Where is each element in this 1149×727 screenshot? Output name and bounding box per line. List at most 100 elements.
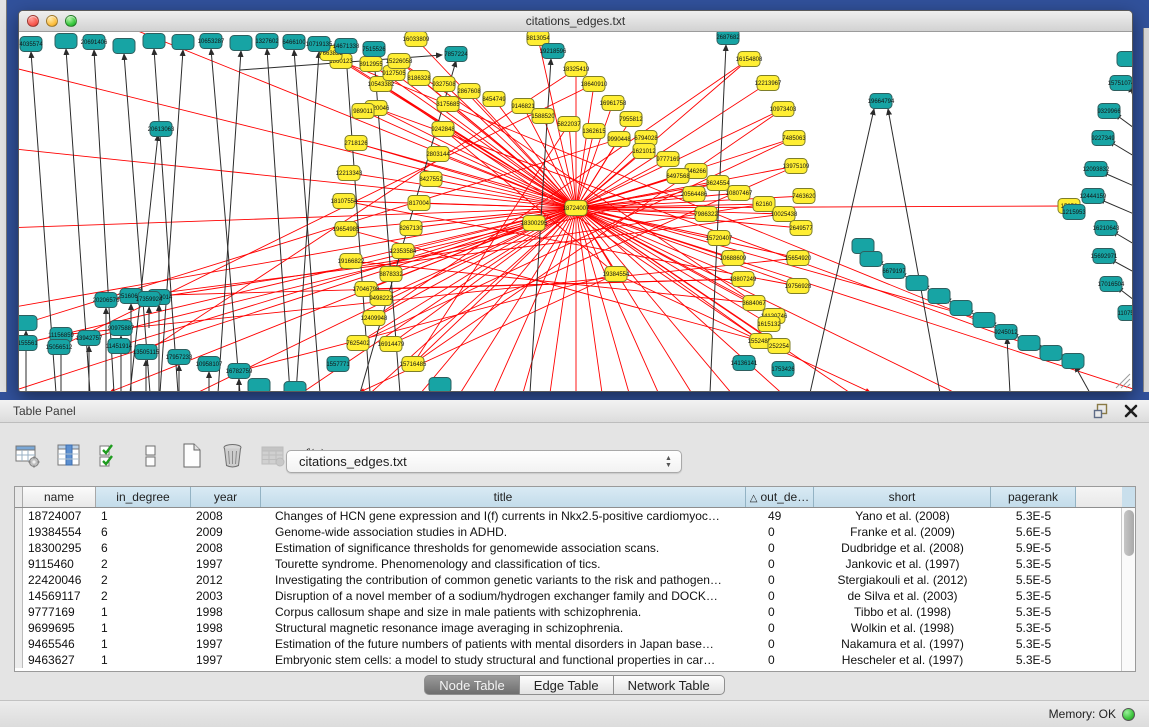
graph-node[interactable] [1018, 336, 1040, 351]
tab-network-table[interactable]: Network Table [614, 675, 725, 695]
graph-node[interactable] [113, 39, 135, 54]
table-dropdown[interactable]: citations_edges.txt ▲▼ [286, 450, 682, 473]
table-row[interactable]: 1456911722003Disruption of a novel membe… [15, 588, 1135, 604]
graph-node[interactable]: 17359924 [136, 292, 163, 307]
graph-node[interactable]: 9242848 [431, 122, 455, 137]
graph-node[interactable]: 2687682 [716, 32, 740, 45]
column-header-title[interactable]: title [261, 487, 746, 507]
graph-node[interactable]: 16914479 [378, 337, 405, 352]
graph-node[interactable]: 3684067 [742, 296, 766, 311]
graph-node[interactable]: 14671338 [333, 39, 360, 54]
graph-node[interactable]: 8454749 [482, 92, 506, 107]
graph-node[interactable]: 989011 [352, 104, 374, 119]
graph-node[interactable]: 10807467 [726, 186, 753, 201]
graph-node[interactable] [1117, 52, 1133, 67]
table-row[interactable]: 946362711997Embryonic stem cells: a mode… [15, 652, 1135, 668]
graph-node[interactable]: 2803144 [426, 147, 450, 162]
memory-indicator[interactable]: Memory: OK [1049, 707, 1135, 721]
column-header-pagerank[interactable]: pagerank [991, 487, 1076, 507]
table-row[interactable]: 1938455462009Genome-wide association stu… [15, 524, 1135, 540]
close-panel-icon[interactable] [1123, 403, 1139, 419]
graph-node[interactable]: 16154808 [736, 52, 763, 67]
graph-node[interactable]: 9327508 [432, 77, 456, 92]
zoom-window-button[interactable] [65, 15, 77, 27]
citation-edge-black[interactable] [296, 52, 319, 392]
graph-node[interactable]: 15654920 [785, 251, 812, 266]
graph-node[interactable]: 17016504 [1098, 277, 1125, 292]
citation-edge-black[interactable] [154, 49, 178, 392]
graph-node[interactable]: 15720407 [706, 231, 733, 246]
graph-node[interactable]: 7986322 [694, 207, 718, 222]
citation-edge-black[interactable] [267, 49, 290, 392]
graph-node[interactable] [950, 301, 972, 316]
graph-node[interactable]: 19218596 [540, 44, 567, 59]
delete-column-icon[interactable] [219, 442, 246, 469]
citation-edge-black[interactable] [888, 109, 940, 392]
window-titlebar[interactable]: citations_edges.txt [19, 11, 1132, 32]
graph-node[interactable]: 817004 [408, 196, 430, 211]
graph-node[interactable]: 6679197 [882, 264, 906, 279]
import-table-disabled-icon[interactable] [260, 442, 287, 469]
graph-node[interactable]: 9498222 [369, 291, 393, 306]
graph-node[interactable]: 10653287 [198, 34, 225, 49]
graph-node[interactable] [1040, 346, 1062, 361]
table-row[interactable]: 946554611997Estimation of the future num… [15, 636, 1135, 652]
graph-node[interactable]: 1621012 [632, 144, 656, 159]
graph-node[interactable]: 18724007 [563, 201, 590, 216]
graph-node[interactable]: 19166822 [338, 254, 365, 269]
graph-node[interactable]: 16782759 [226, 364, 253, 379]
graph-node[interactable]: 19384554 [603, 267, 630, 282]
graph-node[interactable]: 4035574 [19, 37, 43, 52]
graph-node[interactable]: 3624554 [706, 176, 730, 191]
graph-node[interactable] [143, 34, 165, 49]
graph-node[interactable]: 12213967 [755, 76, 782, 91]
table-row[interactable]: 2242004622012Investigating the contribut… [15, 572, 1135, 588]
graph-node[interactable]: 16033809 [403, 32, 430, 47]
graph-node[interactable]: 7857224 [444, 47, 468, 62]
graph-node[interactable]: 15692971 [1091, 249, 1118, 264]
graph-node[interactable]: 19654985 [333, 222, 360, 237]
graph-node[interactable]: 15226058 [386, 54, 413, 69]
graph-node[interactable]: 18807249 [730, 272, 757, 287]
graph-node[interactable]: 6497568 [666, 169, 690, 184]
graph-node[interactable]: 20564486 [681, 187, 708, 202]
graph-node[interactable]: 12093832 [1083, 162, 1110, 177]
graph-node[interactable]: 1588520 [531, 109, 555, 124]
vertical-scrollbar[interactable] [1121, 508, 1135, 671]
graph-node[interactable]: 15056512 [46, 340, 73, 355]
graph-node[interactable]: 12444159 [1080, 189, 1107, 204]
graph-node[interactable]: 2649577 [789, 221, 813, 236]
graph-node[interactable]: 1557771 [326, 357, 350, 372]
citation-edge-black[interactable] [1075, 366, 1090, 392]
citation-edge-red[interactable] [19, 62, 576, 208]
table-mode-icon[interactable] [14, 442, 41, 469]
table-row[interactable]: 1830029562008Estimation of significance … [15, 540, 1135, 556]
clear-column-selection-icon[interactable] [137, 442, 164, 469]
graph-node[interactable]: 7955812 [619, 112, 643, 127]
graph-node[interactable]: 8912955 [359, 57, 383, 72]
graph-node[interactable]: 16961758 [600, 96, 627, 111]
graph-node[interactable]: 7485063 [782, 131, 806, 146]
citation-edge-red[interactable] [576, 131, 594, 208]
graph-node[interactable]: 1327602 [255, 34, 279, 49]
column-header-year[interactable]: year [191, 487, 261, 507]
scrollbar-thumb[interactable] [1124, 510, 1134, 556]
select-all-columns-icon[interactable] [96, 442, 123, 469]
graph-node[interactable]: 10025438 [771, 207, 798, 222]
table-row[interactable]: 969969511998Structural magnetic resonanc… [15, 620, 1135, 636]
graph-node[interactable]: 10958107 [196, 357, 223, 372]
table-row[interactable]: 911546021997Tourette syndrome. Phenomeno… [15, 556, 1135, 572]
graph-node[interactable] [906, 276, 928, 291]
graph-node[interactable] [284, 382, 306, 393]
graph-node[interactable]: 20691406 [81, 35, 108, 50]
graph-node[interactable]: 9245012 [994, 325, 1018, 340]
graph-node[interactable]: 9155561 [19, 336, 38, 351]
graph-node[interactable]: 90975887 [108, 321, 135, 336]
graph-node[interactable]: 18300295 [521, 216, 548, 231]
network-canvas[interactable]: 1872400718300295193845541603380988130541… [19, 32, 1133, 392]
column-header-out_de[interactable]: △out_de… [746, 487, 814, 507]
graph-node[interactable]: 9227349 [1091, 131, 1115, 146]
graph-node[interactable] [973, 313, 995, 328]
column-header-short[interactable]: short [814, 487, 991, 507]
graph-node[interactable]: 18325419 [563, 62, 590, 77]
